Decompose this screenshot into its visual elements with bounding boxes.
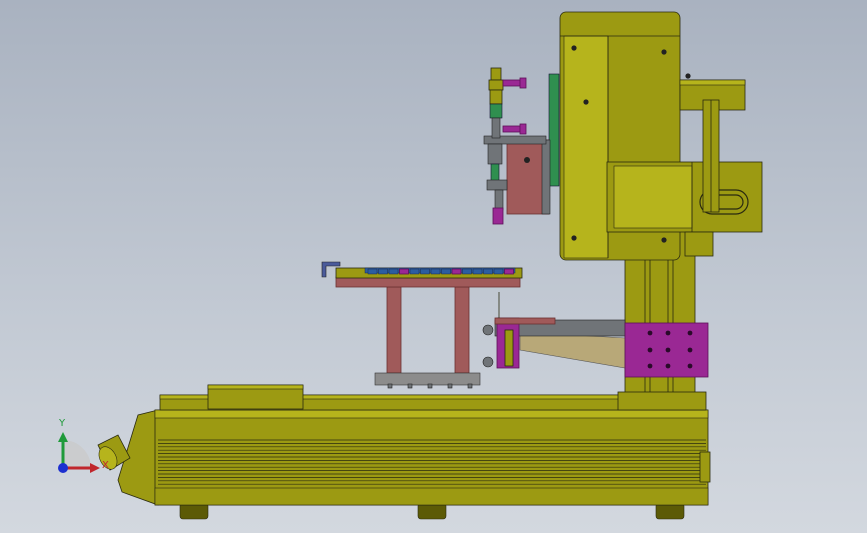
- machine-base: [97, 409, 711, 520]
- fixture-cell: [378, 268, 388, 275]
- triad-origin: [58, 463, 68, 473]
- fixture-cell: [430, 268, 441, 275]
- bolt-hole: [665, 363, 671, 369]
- base-end-cap: [699, 451, 711, 483]
- triad-y-label: Y: [58, 418, 66, 429]
- fixture-cell: [441, 268, 451, 275]
- dispense-tool: [483, 67, 551, 225]
- fixture-cell: [399, 268, 409, 275]
- bolt-hole: [687, 363, 693, 369]
- bolt-hole: [687, 347, 693, 353]
- plate-bolt: [467, 383, 473, 389]
- bolt-hole: [687, 330, 693, 336]
- bolt-hole: [661, 237, 667, 243]
- base-top-strip: [154, 409, 709, 419]
- plate-bolt: [387, 383, 393, 389]
- bolt-hole: [571, 235, 577, 241]
- table-leg-right: [454, 286, 470, 374]
- green-side-plate: [548, 73, 560, 187]
- bolt-hole: [571, 45, 577, 51]
- triad-y-arrow: [58, 432, 68, 442]
- fixture-cell: [472, 268, 483, 275]
- machine-side-view: .c-frame { fill: #9c9a12; stroke: #2a2a1…: [58, 11, 763, 520]
- bolt-hole: [647, 347, 653, 353]
- table-leg-left: [386, 286, 402, 374]
- bolt-hole: [661, 49, 667, 55]
- fixture-cell: [483, 268, 493, 275]
- fixture-cell: [409, 268, 420, 275]
- work-table: [321, 261, 523, 389]
- plate-bolt: [427, 383, 433, 389]
- fixture-cell: [462, 268, 472, 275]
- plate-bolt: [447, 383, 453, 389]
- plate-bolt: [407, 383, 413, 389]
- fixture-cell: [493, 268, 504, 275]
- triad-x-label: X: [102, 460, 109, 471]
- bolt-hole: [583, 99, 589, 105]
- cad-viewport[interactable]: .c-frame { fill: #9c9a12; stroke: #2a2a1…: [0, 0, 867, 533]
- bolt-hole: [665, 330, 671, 336]
- fixture-cell: [504, 268, 514, 275]
- fixture-cell: [451, 268, 462, 275]
- fixture-cell: [388, 268, 399, 275]
- triad-plane-arc: [63, 440, 91, 468]
- table-base-plate: [374, 372, 481, 386]
- triad-x-arrow: [90, 463, 100, 473]
- bolt-hole: [647, 363, 653, 369]
- bolt-hole: [665, 347, 671, 353]
- fixture-cell: [420, 268, 430, 275]
- fixture-cell: [367, 268, 378, 275]
- bolt-hole: [647, 330, 653, 336]
- base-bottom-strip: [154, 487, 709, 506]
- bolt-hole: [685, 73, 691, 79]
- gantry-head: [548, 11, 763, 261]
